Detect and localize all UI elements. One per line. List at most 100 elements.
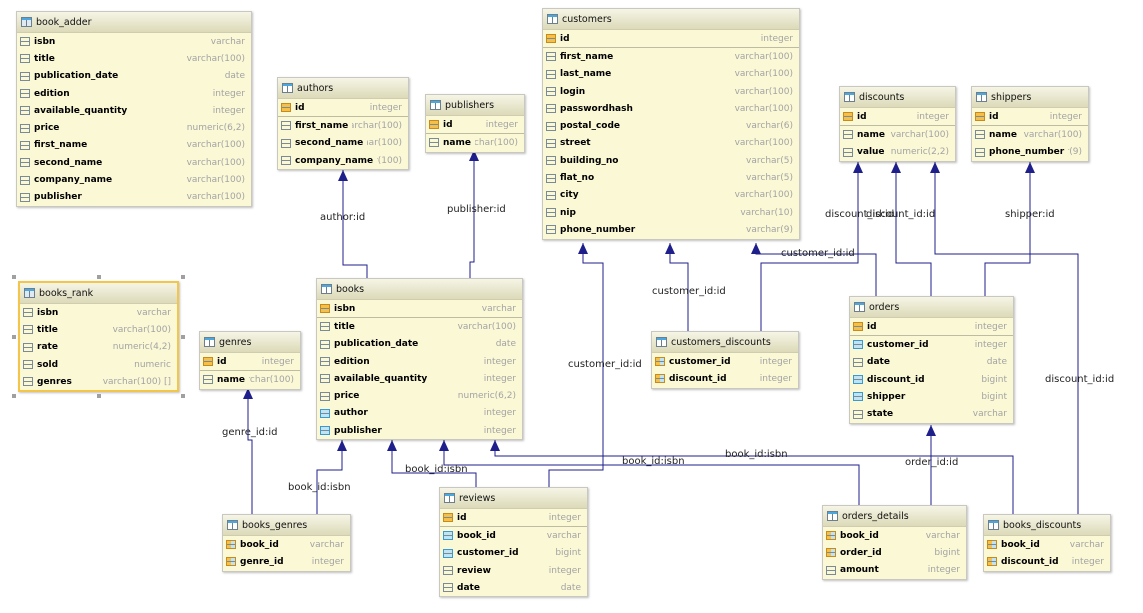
column-row[interactable]: date date bbox=[850, 354, 1013, 371]
table-header[interactable]: books_discounts bbox=[984, 515, 1110, 536]
table-header[interactable]: publishers bbox=[426, 95, 524, 116]
column-row[interactable]: title varchar(100) bbox=[17, 50, 251, 67]
column-row[interactable]: date date bbox=[440, 579, 587, 596]
column-row[interactable]: title varchar(100) bbox=[20, 321, 177, 338]
table-books-discounts[interactable]: books_discounts book_id varchar discount… bbox=[983, 514, 1111, 572]
column-row[interactable]: amount integer bbox=[823, 562, 966, 579]
column-row[interactable]: company_name varchar(100) bbox=[278, 152, 408, 169]
column-row[interactable]: id integer bbox=[440, 509, 587, 528]
column-row[interactable]: login varchar(100) bbox=[543, 83, 799, 100]
table-orders[interactable]: orders id integer customer_id integer da… bbox=[849, 296, 1014, 424]
column-row[interactable]: street varchar(100) bbox=[543, 135, 799, 152]
column-row[interactable]: id integer bbox=[850, 318, 1013, 337]
column-row[interactable]: nip varchar(10) bbox=[543, 204, 799, 221]
table-authors[interactable]: authors id integer first_name varchar(10… bbox=[277, 77, 409, 171]
column-row[interactable]: discount_id bigint bbox=[850, 371, 1013, 388]
column-row[interactable]: publication_date date bbox=[17, 68, 251, 85]
column-row[interactable]: available_quantity integer bbox=[317, 370, 522, 387]
table-header[interactable]: discounts bbox=[840, 87, 955, 108]
column-row[interactable]: edition integer bbox=[17, 85, 251, 102]
resize-handle[interactable] bbox=[181, 394, 185, 398]
column-row[interactable]: discount_id integer bbox=[652, 370, 798, 387]
column-row[interactable]: rate numeric(4,2) bbox=[20, 339, 177, 356]
column-row[interactable]: publication_date date bbox=[317, 336, 522, 353]
resize-handle[interactable] bbox=[96, 394, 101, 398]
relationship-line-books-to-authors[interactable] bbox=[342, 170, 368, 278]
column-row[interactable]: isbn varchar bbox=[317, 300, 522, 319]
column-row[interactable]: id integer bbox=[426, 116, 524, 135]
column-row[interactable]: author integer bbox=[317, 405, 522, 422]
table-discounts[interactable]: discounts id integer name varchar(100) v… bbox=[839, 86, 956, 162]
resize-handle[interactable] bbox=[181, 334, 185, 339]
column-row[interactable]: state varchar bbox=[850, 405, 1013, 422]
column-row[interactable]: discount_id integer bbox=[984, 553, 1110, 570]
column-row[interactable]: name varchar(100) bbox=[200, 371, 300, 388]
column-row[interactable]: name varchar(100) bbox=[840, 126, 955, 143]
column-row[interactable]: available_quantity integer bbox=[17, 102, 251, 119]
table-publishers[interactable]: publishers id integer name varchar(100) bbox=[425, 94, 525, 153]
table-header[interactable]: book_adder bbox=[17, 12, 251, 33]
column-row[interactable]: second_name varchar(100) bbox=[17, 154, 251, 171]
column-row[interactable]: postal_code varchar(6) bbox=[543, 117, 799, 134]
relationship-line-orders-to-discounts[interactable] bbox=[895, 162, 932, 296]
column-row[interactable]: publisher integer bbox=[317, 422, 522, 439]
resize-handle[interactable] bbox=[12, 334, 16, 339]
column-row[interactable]: title varchar(100) bbox=[317, 318, 522, 335]
column-row[interactable]: genre_id integer bbox=[223, 553, 350, 570]
table-customers-discounts[interactable]: customers_discounts customer_id integer … bbox=[651, 331, 799, 389]
column-row[interactable]: book_id varchar bbox=[823, 527, 966, 544]
table-header[interactable]: shippers bbox=[972, 87, 1088, 108]
column-row[interactable]: isbn varchar bbox=[17, 33, 251, 50]
column-row[interactable]: phone_number varchar(9) bbox=[543, 221, 799, 238]
column-row[interactable]: flat_no varchar(5) bbox=[543, 169, 799, 186]
column-row[interactable]: first_name varchar(100) bbox=[278, 117, 408, 134]
resize-handle[interactable] bbox=[96, 275, 101, 279]
table-header[interactable]: genres bbox=[200, 332, 300, 353]
table-header[interactable]: authors bbox=[278, 78, 408, 99]
table-header[interactable]: books_rank bbox=[20, 283, 177, 304]
table-header[interactable]: books bbox=[317, 279, 522, 300]
table-header[interactable]: orders_details bbox=[823, 506, 966, 527]
table-header[interactable]: customers bbox=[543, 9, 799, 30]
column-row[interactable]: id integer bbox=[278, 99, 408, 118]
column-row[interactable]: second_name varchar(100) bbox=[278, 135, 408, 152]
column-row[interactable]: value numeric(2,2) bbox=[840, 144, 955, 161]
column-row[interactable]: edition integer bbox=[317, 353, 522, 370]
column-row[interactable]: first_name varchar(100) bbox=[543, 48, 799, 65]
table-orders-details[interactable]: orders_details book_id varchar order_id … bbox=[822, 505, 967, 580]
column-row[interactable]: city varchar(100) bbox=[543, 187, 799, 204]
column-row[interactable]: sold numeric bbox=[20, 356, 177, 373]
column-row[interactable]: review integer bbox=[440, 562, 587, 579]
column-row[interactable]: building_no varchar(5) bbox=[543, 152, 799, 169]
column-row[interactable]: price numeric(6,2) bbox=[317, 387, 522, 404]
column-row[interactable]: id integer bbox=[200, 353, 300, 372]
column-row[interactable]: genres varchar(100) [] bbox=[20, 373, 177, 390]
column-row[interactable]: name varchar(100) bbox=[972, 126, 1088, 143]
column-row[interactable]: publisher varchar(100) bbox=[17, 189, 251, 206]
table-books[interactable]: books isbn varchar title varchar(100) pu… bbox=[316, 278, 523, 441]
column-row[interactable]: id integer bbox=[840, 108, 955, 127]
column-row[interactable]: first_name varchar(100) bbox=[17, 137, 251, 154]
table-genres[interactable]: genres id integer name varchar(100) bbox=[199, 331, 301, 390]
resize-handle[interactable] bbox=[12, 394, 16, 398]
column-row[interactable]: company_name varchar(100) bbox=[17, 171, 251, 188]
column-row[interactable]: book_id varchar bbox=[440, 527, 587, 544]
relationship-line-orders-to-shippers[interactable] bbox=[984, 162, 1031, 296]
column-row[interactable]: customer_id bigint bbox=[440, 545, 587, 562]
resize-handle[interactable] bbox=[181, 275, 185, 279]
column-row[interactable]: name varchar(100) bbox=[426, 134, 524, 151]
table-reviews[interactable]: reviews id integer book_id varchar custo… bbox=[439, 487, 588, 598]
table-books-genres[interactable]: books_genres book_id varchar genre_id in… bbox=[222, 514, 351, 572]
table-header[interactable]: orders bbox=[850, 297, 1013, 318]
column-row[interactable]: book_id varchar bbox=[984, 536, 1110, 553]
table-book-adder[interactable]: book_adder isbn varchar title varchar(10… bbox=[16, 11, 252, 207]
table-header[interactable]: reviews bbox=[440, 488, 587, 509]
column-row[interactable]: customer_id integer bbox=[850, 336, 1013, 353]
column-row[interactable]: price numeric(6,2) bbox=[17, 119, 251, 136]
column-row[interactable]: shipper bigint bbox=[850, 388, 1013, 405]
column-row[interactable]: book_id varchar bbox=[223, 536, 350, 553]
column-row[interactable]: isbn varchar bbox=[20, 304, 177, 321]
table-shippers[interactable]: shippers id integer name varchar(100) ph… bbox=[971, 86, 1089, 162]
column-row[interactable]: id integer bbox=[972, 108, 1088, 127]
column-row[interactable]: id integer bbox=[543, 30, 799, 49]
